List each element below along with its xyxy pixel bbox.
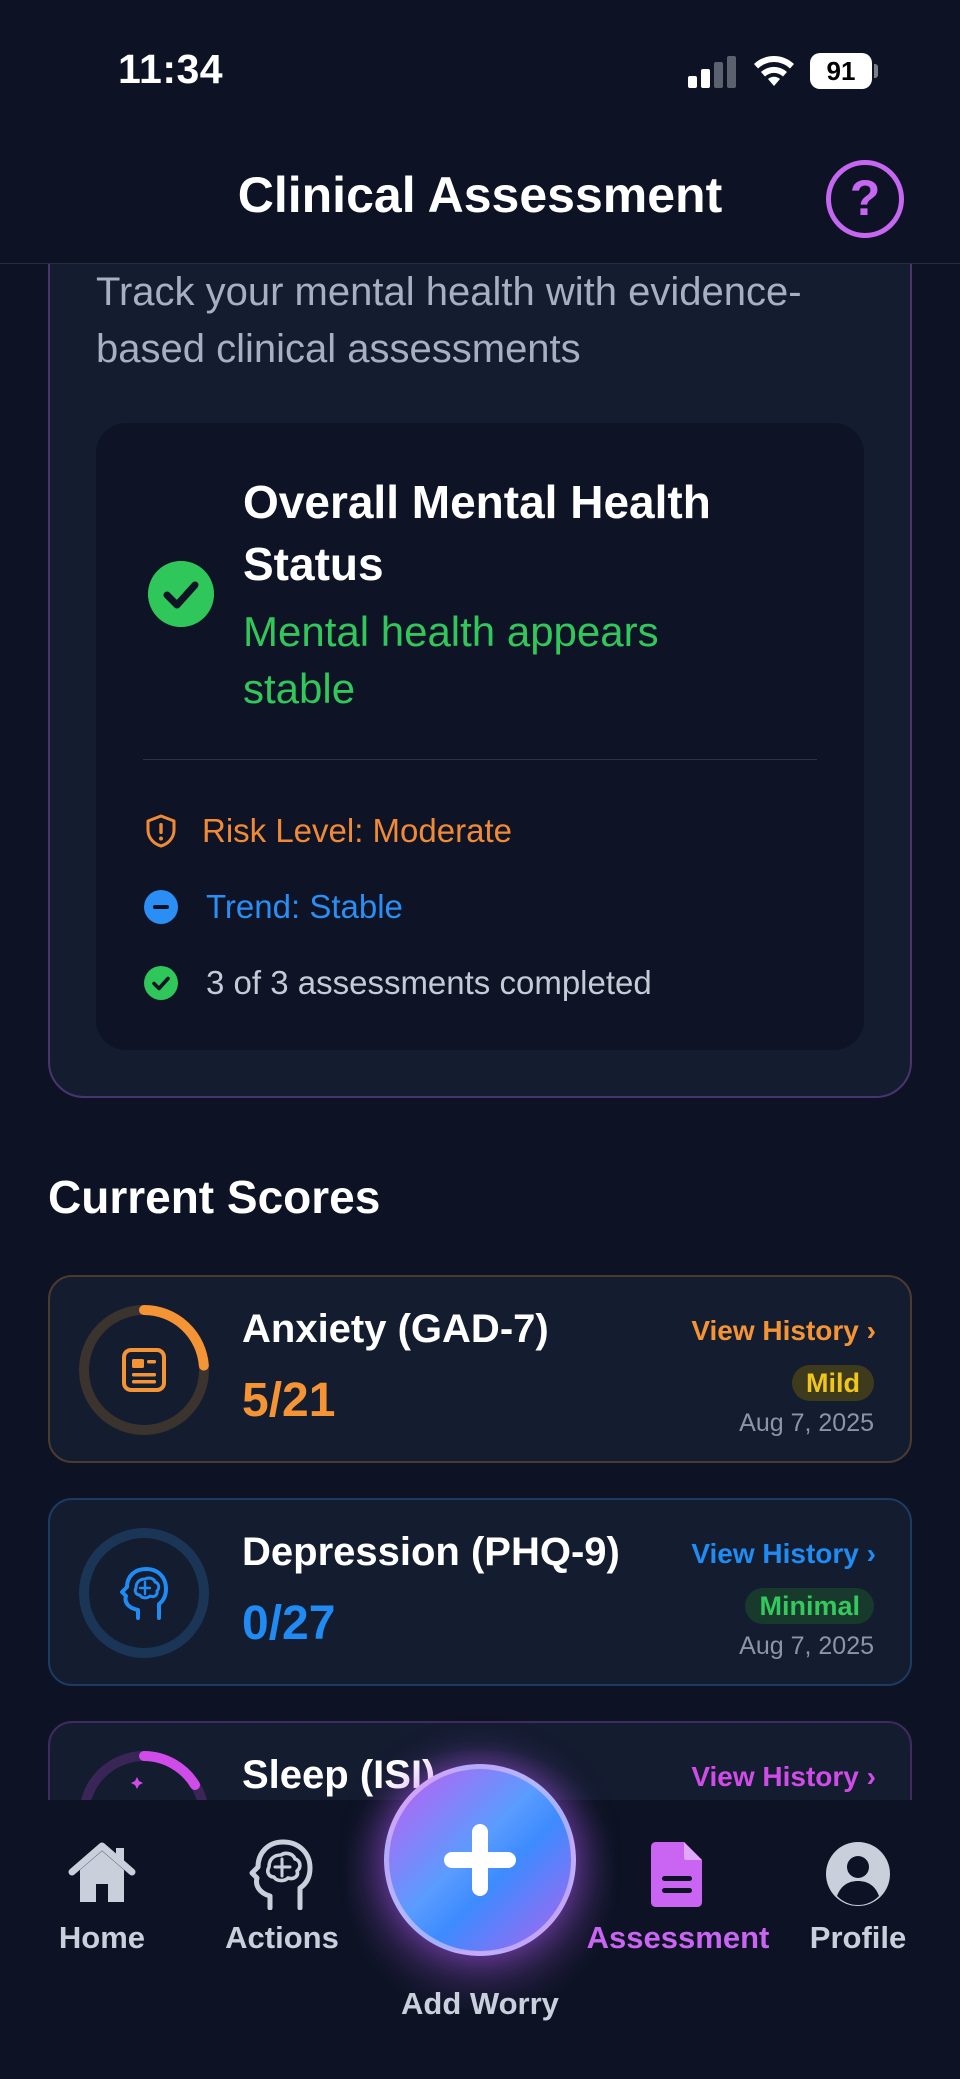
intro-description: Track your mental health with evidence-b… (96, 270, 802, 371)
clinical-assessment-screen: 11:34 91 Clinical Assessment ? Track you… (0, 0, 960, 2079)
minus-circle-icon (144, 890, 178, 924)
head-brain-icon (120, 1567, 168, 1620)
score-ring-progress (139, 1751, 200, 1790)
score-date: Aug 7, 2025 (739, 1632, 874, 1660)
tab-label: Home (58, 1920, 146, 1955)
profile-icon (826, 1842, 890, 1906)
score-value: 5/21 (242, 1374, 336, 1427)
clipboard-icon (122, 1348, 166, 1392)
overall-status-card: Overall Mental Health Status Mental heal… (96, 423, 864, 1050)
view-history-link-sleep[interactable]: View History › (691, 1761, 876, 1793)
battery-icon: 91 (810, 53, 878, 89)
tab-home[interactable]: Home (12, 1800, 192, 1980)
home-icon (68, 1842, 136, 1902)
brain-icon (249, 1839, 313, 1910)
view-history-link-anxiety[interactable]: View History › (691, 1315, 876, 1347)
page-title: Clinical Assessment (237, 167, 723, 223)
status-bar: 11:34 91 (0, 0, 960, 120)
add-worry-button[interactable] (384, 1764, 576, 1956)
overall-status-summary: Mental health appears stable (243, 608, 659, 712)
severity-badge: Minimal (745, 1588, 874, 1624)
help-button[interactable]: ? (826, 160, 904, 238)
status-time: 11:34 (118, 46, 224, 92)
trend-text: Trend: Stable (206, 888, 403, 925)
score-card-anxiety[interactable]: Anxiety (GAD-7) 5/21 View History › Mild… (48, 1275, 912, 1463)
score-name: Anxiety (GAD-7) (242, 1307, 549, 1351)
assessments-completed-text: 3 of 3 assessments completed (206, 964, 652, 1001)
content-scroll[interactable]: Track your mental health with evidence-b… (0, 264, 960, 1800)
chevron-right-icon: › (866, 1315, 876, 1346)
sleep-icon (131, 1777, 143, 1789)
tab-profile[interactable]: Profile (768, 1800, 948, 1980)
shield-alert-icon (146, 814, 176, 848)
view-history-label: View History (691, 1761, 859, 1792)
divider (143, 759, 817, 760)
check-circle-icon (144, 966, 178, 1000)
score-ring (81, 1751, 207, 1800)
severity-badge: Mild (792, 1365, 874, 1401)
tab-label: Profile (809, 1920, 907, 1955)
view-history-link-depression[interactable]: View History › (691, 1538, 876, 1570)
view-history-label: View History (691, 1538, 859, 1569)
chevron-right-icon: › (866, 1761, 876, 1792)
wifi-icon (754, 56, 794, 86)
score-date: Aug 7, 2025 (739, 1409, 874, 1437)
battery-level: 91 (810, 53, 872, 89)
tab-bar: Home Actions Add Worry Assessment Profil… (0, 1750, 960, 2079)
plus-icon (444, 1824, 516, 1896)
score-ring (79, 1528, 209, 1658)
tab-label: Assessment (586, 1920, 770, 1955)
risk-level-text: Risk Level: Moderate (202, 812, 512, 849)
score-name: Depression (PHQ-9) (242, 1530, 620, 1574)
score-card-depression[interactable]: Depression (PHQ-9) 0/27 View History › M… (48, 1498, 912, 1686)
add-worry-label: Add Worry (401, 1986, 559, 2021)
score-value: 0/27 (242, 1597, 336, 1650)
score-ring (79, 1305, 209, 1435)
nav-header: Clinical Assessment ? (0, 120, 960, 264)
overall-status-heading: Overall Mental Health Status (243, 476, 711, 590)
view-history-label: View History (691, 1315, 859, 1346)
tab-assessment[interactable]: Assessment (587, 1800, 769, 1980)
status-check-icon (148, 561, 214, 627)
current-scores-title: Current Scores (48, 1171, 381, 1223)
cellular-signal-icon (688, 56, 736, 88)
chevron-right-icon: › (866, 1538, 876, 1569)
document-icon (651, 1842, 702, 1907)
